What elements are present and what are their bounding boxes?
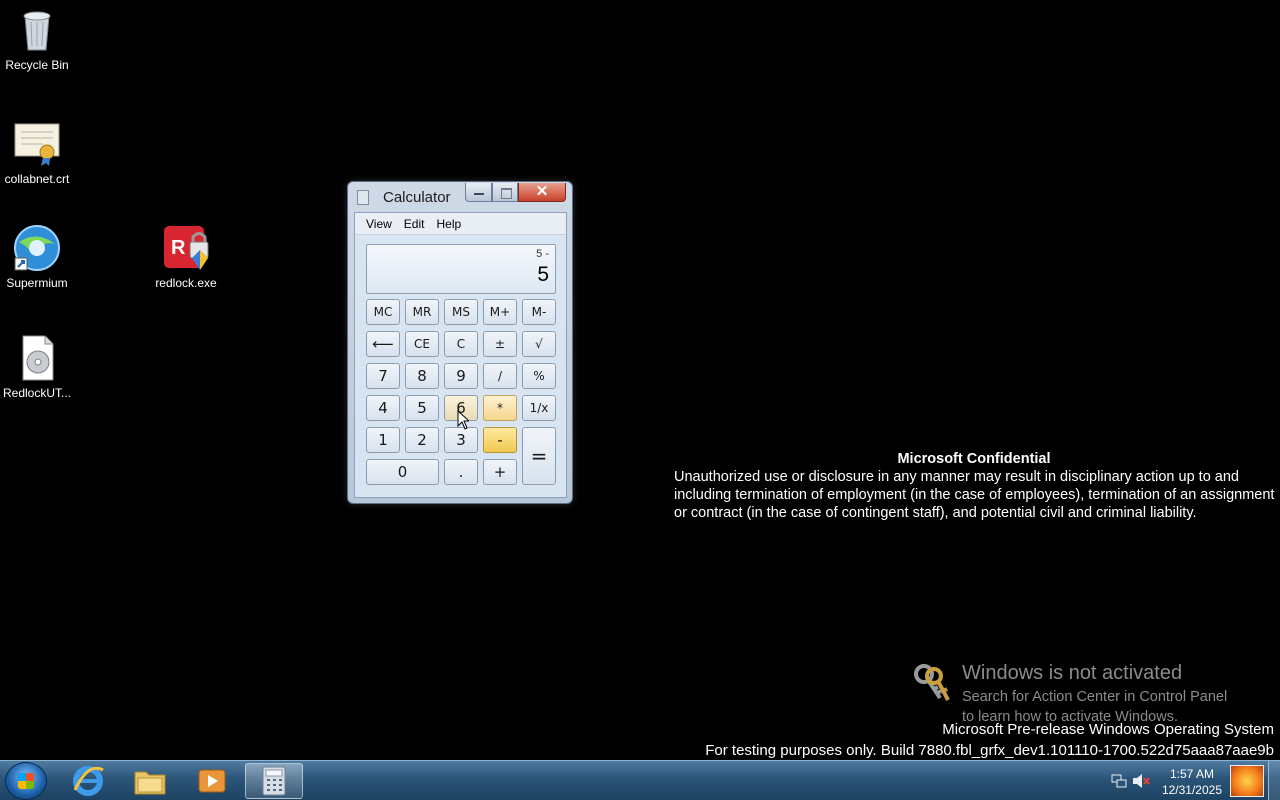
- start-button[interactable]: [5, 762, 47, 800]
- value-readout: 5: [537, 263, 549, 286]
- desktop-icon-label: collabnet.crt: [4, 172, 70, 186]
- title-bar[interactable]: Calculator ✕: [348, 182, 572, 212]
- calculator-body: View Edit Help 5 - 5 MC MR MS M+ M- ⟵ CE…: [354, 212, 567, 498]
- divide-button[interactable]: /: [483, 363, 517, 389]
- clear-button[interactable]: C: [444, 331, 478, 357]
- build-line-2: For testing purposes only. Build 7880.fb…: [705, 742, 1274, 759]
- digit-5-button[interactable]: 5: [405, 395, 439, 421]
- taskbar: 1:57 AM 12/31/2025: [0, 760, 1280, 800]
- user-picture-icon[interactable]: [1230, 765, 1264, 797]
- disc-image-icon: [13, 334, 61, 382]
- show-desktop-button[interactable]: [1268, 761, 1280, 800]
- digit-2-button[interactable]: 2: [405, 427, 439, 453]
- build-watermark: Microsoft Pre-release Windows Operating …: [705, 719, 1274, 761]
- close-button[interactable]: ✕: [518, 183, 566, 202]
- expression-readout: 5 -: [536, 248, 549, 260]
- window-title: Calculator: [383, 189, 451, 206]
- taskbar-calculator[interactable]: [245, 763, 303, 799]
- clear-entry-button[interactable]: CE: [405, 331, 439, 357]
- menu-view[interactable]: View: [360, 213, 398, 234]
- internet-explorer-icon: [73, 766, 104, 796]
- subtract-button[interactable]: -: [483, 427, 517, 453]
- clock-date: 12/31/2025: [1161, 783, 1222, 797]
- svg-text:R: R: [171, 237, 186, 259]
- mouse-cursor-icon: [457, 410, 469, 430]
- redlock-app-icon: R: [162, 224, 210, 272]
- backspace-button[interactable]: ⟵: [366, 331, 400, 357]
- taskbar-internet-explorer[interactable]: [59, 763, 117, 799]
- build-line-1: Microsoft Pre-release Windows Operating …: [942, 721, 1274, 738]
- percent-button[interactable]: %: [522, 363, 556, 389]
- memory-subtract-button[interactable]: M-: [522, 299, 556, 325]
- digit-0-button[interactable]: 0: [366, 459, 439, 485]
- digit-8-button[interactable]: 8: [405, 363, 439, 389]
- desktop-icon-label: redlock.exe: [155, 276, 217, 290]
- media-player-icon: [198, 769, 226, 793]
- menu-bar: View Edit Help: [355, 213, 566, 235]
- desktop-icon-supermium[interactable]: Supermium: [0, 224, 80, 290]
- menu-edit[interactable]: Edit: [398, 213, 431, 234]
- equals-button[interactable]: =: [522, 427, 556, 485]
- activation-title: Windows is not activated: [962, 662, 1183, 684]
- square-root-button[interactable]: √: [522, 331, 556, 357]
- calculator-app-icon: [357, 190, 369, 205]
- confidential-heading: Microsoft Confidential: [897, 451, 1051, 467]
- certificate-icon: [13, 120, 61, 168]
- maximize-button[interactable]: [492, 183, 518, 202]
- keys-icon: [914, 664, 950, 701]
- reciprocal-button[interactable]: 1/x: [522, 395, 556, 421]
- volume-muted-icon[interactable]: [1132, 773, 1150, 789]
- memory-store-button[interactable]: MS: [444, 299, 478, 325]
- browser-icon: [13, 224, 61, 272]
- desktop-icon-collabnet-crt[interactable]: collabnet.crt: [0, 120, 80, 186]
- memory-add-button[interactable]: M+: [483, 299, 517, 325]
- negate-button[interactable]: ±: [483, 331, 517, 357]
- calculator-icon: [262, 766, 286, 796]
- calculator-display: 5 - 5: [366, 244, 556, 294]
- desktop-icon-label: Recycle Bin: [5, 58, 69, 72]
- memory-clear-button[interactable]: MC: [366, 299, 400, 325]
- confidential-notice: Microsoft Confidential Unauthorized use …: [674, 450, 1278, 522]
- minimize-button[interactable]: [465, 183, 492, 202]
- decimal-button[interactable]: .: [444, 459, 478, 485]
- digit-1-button[interactable]: 1: [366, 427, 400, 453]
- taskbar-media-player[interactable]: [183, 763, 241, 799]
- calculator-window[interactable]: Calculator ✕ View Edit Help 5 - 5 MC MR …: [347, 181, 573, 504]
- network-icon[interactable]: [1111, 773, 1127, 789]
- multiply-button[interactable]: *: [483, 395, 517, 421]
- taskbar-file-explorer[interactable]: [121, 763, 179, 799]
- recycle-bin-icon: [13, 6, 61, 54]
- memory-recall-button[interactable]: MR: [405, 299, 439, 325]
- desktop-icon-label: Supermium: [6, 276, 68, 290]
- confidential-body: Unauthorized use or disclosure in any ma…: [674, 469, 1275, 521]
- add-button[interactable]: +: [483, 459, 517, 485]
- activation-line-1: Search for Action Center in Control Pane…: [962, 689, 1228, 705]
- close-icon: ✕: [535, 183, 549, 200]
- menu-help[interactable]: Help: [430, 213, 467, 234]
- desktop-icon-recycle-bin[interactable]: Recycle Bin: [0, 6, 80, 72]
- digit-9-button[interactable]: 9: [444, 363, 478, 389]
- file-explorer-icon: [134, 771, 166, 795]
- clock[interactable]: 1:57 AM 12/31/2025: [1162, 766, 1222, 798]
- desktop-icon-redlockut[interactable]: RedlockUT...: [0, 334, 80, 400]
- digit-3-button[interactable]: 3: [444, 427, 478, 453]
- digit-7-button[interactable]: 7: [366, 363, 400, 389]
- digit-4-button[interactable]: 4: [366, 395, 400, 421]
- clock-time: 1:57 AM: [1169, 767, 1214, 781]
- desktop-icon-label: RedlockUT...: [2, 386, 72, 400]
- desktop-icon-redlock[interactable]: R redlock.exe: [143, 224, 229, 290]
